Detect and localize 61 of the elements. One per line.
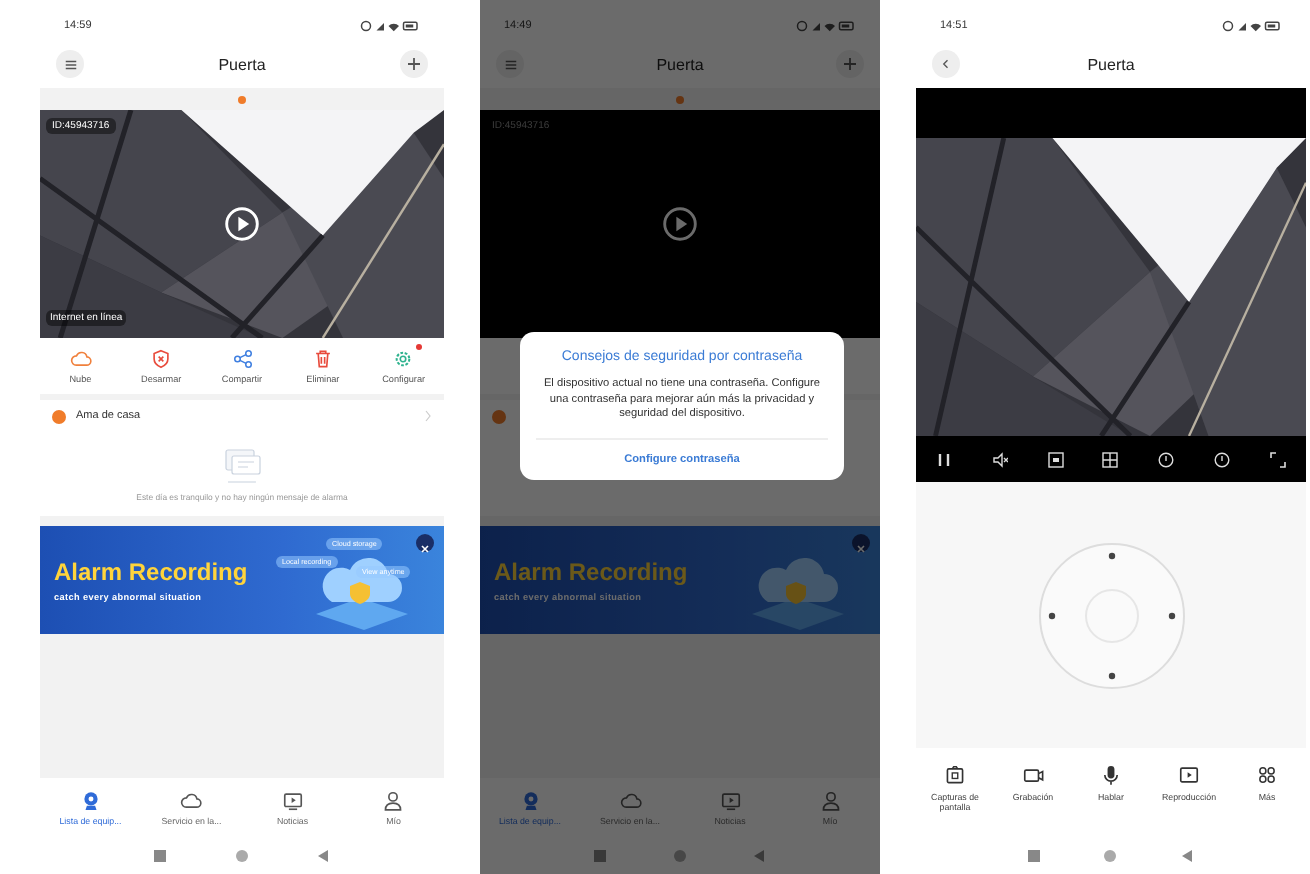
grid-icon	[1256, 764, 1279, 786]
pause-icon[interactable]	[935, 451, 952, 467]
split-screen-icon[interactable]	[1102, 451, 1119, 467]
status-icons-drawing	[360, 20, 420, 32]
message-icon	[220, 446, 264, 486]
video-icon	[281, 790, 304, 812]
video-icon	[1178, 764, 1200, 786]
video-icon	[719, 790, 741, 812]
camera-icon	[519, 790, 541, 812]
microphone-icon	[1099, 764, 1122, 786]
add-button[interactable]	[399, 50, 428, 78]
share-icon	[231, 348, 254, 370]
mode-icon	[492, 409, 506, 423]
settings-icon	[392, 348, 415, 370]
trash-icon	[311, 348, 334, 370]
menu-icon	[63, 57, 77, 71]
cloud-icon	[180, 790, 203, 812]
chevron-left-icon	[940, 58, 952, 70]
play-icon[interactable]	[224, 206, 260, 242]
recents-icon[interactable]	[154, 850, 167, 862]
menu-icon	[503, 57, 517, 71]
menu-button[interactable]	[56, 50, 84, 78]
video-camera-icon	[1021, 764, 1044, 786]
person-icon	[382, 790, 405, 812]
add-button[interactable]	[835, 50, 864, 78]
quality-icon[interactable]	[1047, 451, 1064, 467]
plus-icon	[841, 56, 858, 72]
person-icon	[819, 790, 841, 812]
close-button[interactable]	[416, 534, 434, 552]
cloud-icon	[619, 790, 641, 812]
camera-icon	[79, 790, 102, 812]
screen-title: Puerta	[656, 55, 704, 73]
fullscreen-icon[interactable]	[1269, 451, 1286, 467]
back-icon[interactable]	[317, 850, 330, 862]
banner-title: Alarm Recording	[54, 558, 248, 586]
shield-icon	[150, 348, 173, 370]
chevron-icon	[424, 410, 432, 422]
banner-title: Alarm Recording	[494, 558, 688, 586]
menu-button[interactable]	[496, 50, 524, 78]
clock-icon[interactable]	[1158, 451, 1175, 467]
back-icon[interactable]	[754, 850, 766, 862]
back-icon[interactable]	[1181, 850, 1194, 862]
mute-icon[interactable]	[991, 451, 1008, 467]
cloud-icon	[69, 348, 92, 370]
screen-title: Puerta	[218, 55, 266, 73]
status-icons-drawing	[796, 20, 856, 32]
home-icon[interactable]	[1104, 850, 1117, 862]
close-icon	[852, 540, 870, 558]
camera-icon	[943, 764, 966, 786]
back-button[interactable]	[932, 50, 960, 78]
recents-icon[interactable]	[1028, 850, 1041, 862]
page-indicator	[676, 95, 684, 103]
plus-icon	[405, 56, 422, 72]
status-icons-drawing	[1222, 20, 1282, 32]
close-icon	[416, 540, 434, 558]
screen-title: Puerta	[1087, 55, 1135, 73]
home-icon[interactable]	[235, 850, 248, 862]
clock-icon[interactable]	[1214, 451, 1231, 467]
page-indicator	[238, 95, 246, 103]
play-icon[interactable]	[662, 206, 698, 242]
mode-icon	[52, 409, 66, 423]
